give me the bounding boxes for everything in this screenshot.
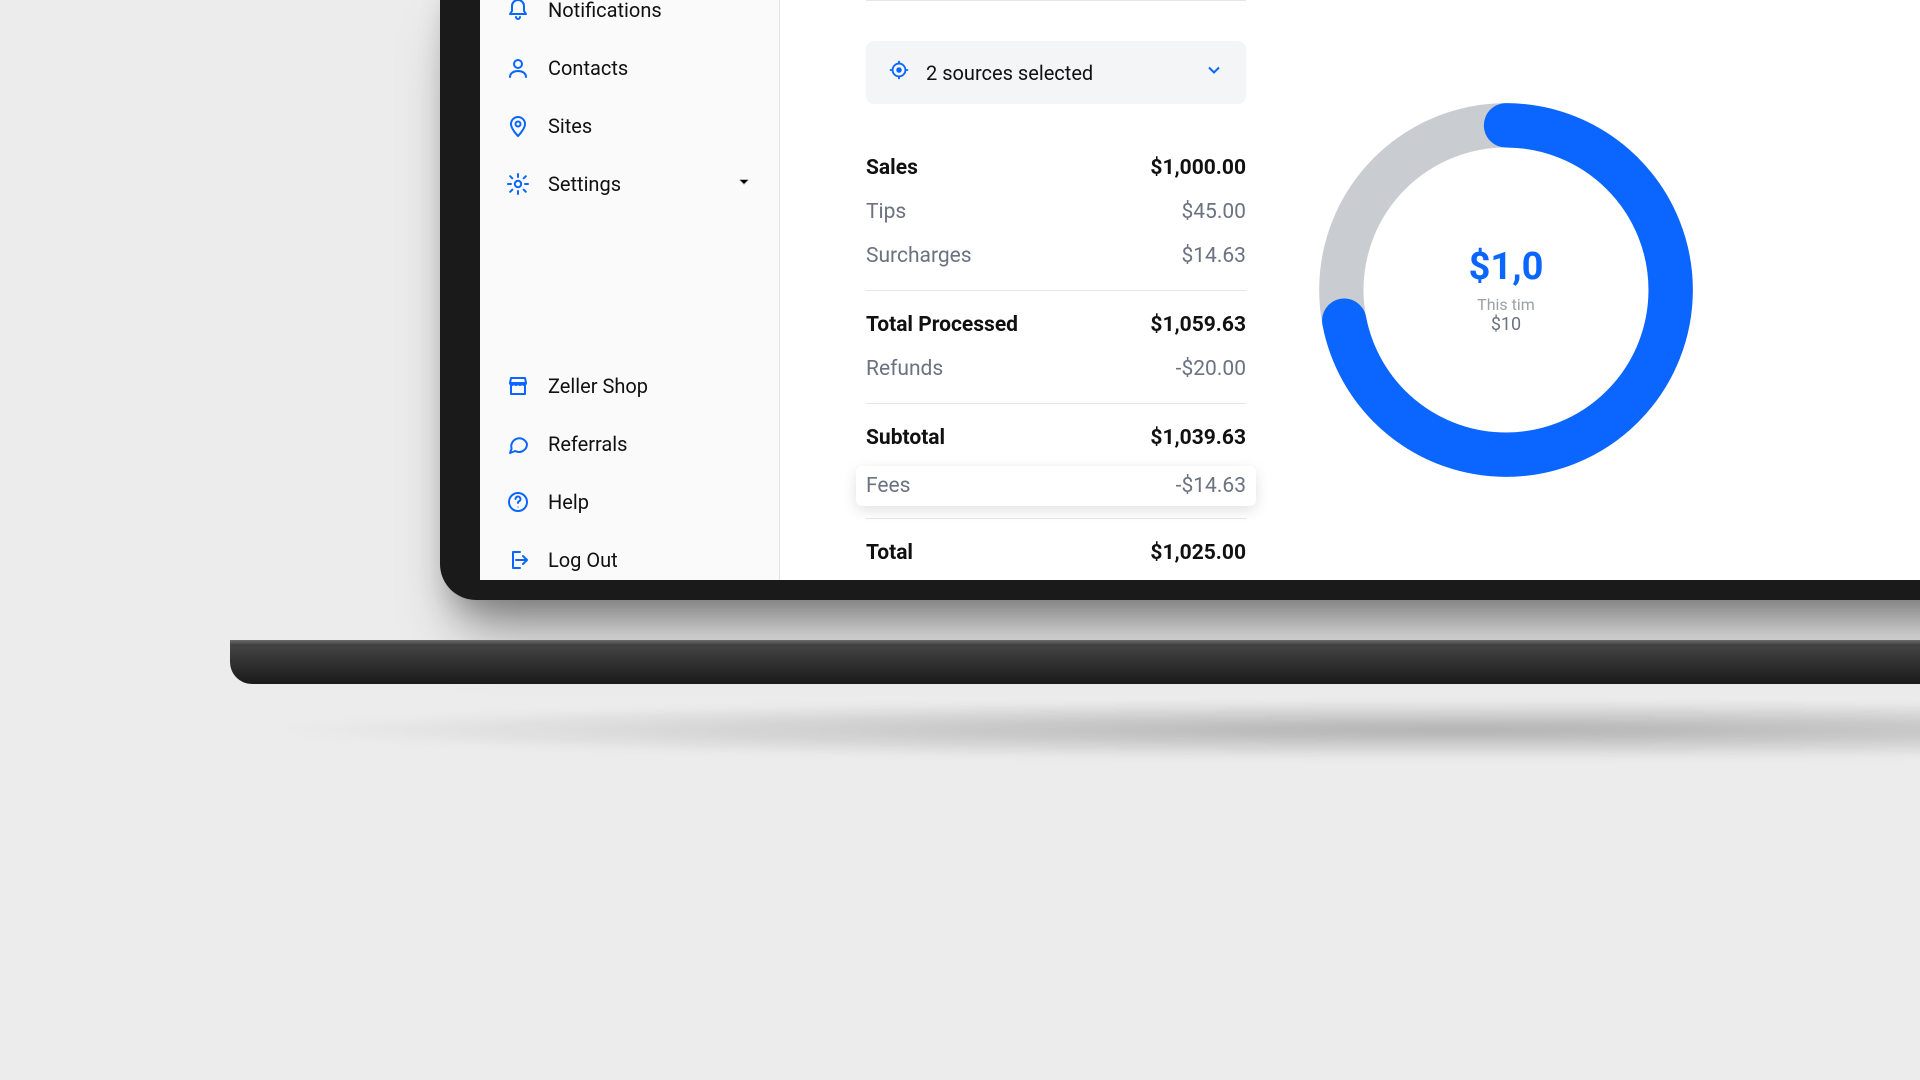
value: $45.00 xyxy=(1181,200,1246,224)
bell-icon xyxy=(506,0,530,22)
row-sales: Sales $1,000.00 xyxy=(866,146,1246,190)
sidebar-item-label: Log Out xyxy=(548,548,618,572)
value: $1,059.63 xyxy=(1150,313,1246,337)
divider xyxy=(866,518,1246,519)
value: $1,039.63 xyxy=(1150,426,1246,450)
sidebar-item-label: Help xyxy=(548,490,589,514)
label: Total xyxy=(866,541,913,565)
value: $1,000.00 xyxy=(1150,156,1246,180)
gear-icon xyxy=(506,172,530,196)
sales-donut-chart: $1,0 This tim $10 xyxy=(1316,100,1696,480)
chevron-down-icon xyxy=(1204,60,1224,85)
donut-center: $1,0 This tim $10 xyxy=(1316,100,1696,480)
sidebar-item-notifications[interactable]: Notifications xyxy=(490,0,769,36)
user-icon xyxy=(506,56,530,80)
sidebar-spacer xyxy=(490,210,769,330)
sidebar-item-label: Referrals xyxy=(548,432,627,456)
sidebar-item-label: Zeller Shop xyxy=(548,374,648,398)
divider xyxy=(866,290,1246,291)
logout-icon xyxy=(506,548,530,572)
value: -$20.00 xyxy=(1176,357,1246,381)
store-icon xyxy=(506,374,530,398)
sidebar-item-label: Contacts xyxy=(548,56,628,80)
app-root: Notifications Contacts Sites xyxy=(480,0,1920,580)
chevron-down-icon xyxy=(735,172,753,196)
sidebar-item-help[interactable]: Help xyxy=(490,476,769,528)
donut-value: $1,0 xyxy=(1469,245,1544,289)
row-tips: Tips $45.00 xyxy=(866,190,1246,234)
row-gst: GST incl. $11.16 xyxy=(866,575,1246,580)
row-surcharges: Surcharges $14.63 xyxy=(866,234,1246,278)
label: Subtotal xyxy=(866,426,945,450)
sidebar-item-label: Settings xyxy=(548,172,621,196)
value: -$14.63 xyxy=(1176,474,1246,498)
chat-icon xyxy=(506,432,530,456)
sidebar-item-label: Sites xyxy=(548,114,592,138)
sidebar-bottom-group: Zeller Shop Referrals Help xyxy=(490,330,769,580)
value: $1,025.00 xyxy=(1150,541,1246,565)
main-content: 2 sources selected Sales $1,000.00 Tips … xyxy=(780,0,1920,580)
top-divider xyxy=(866,0,1246,1)
value: $14.63 xyxy=(1181,244,1246,268)
laptop-base xyxy=(230,640,1920,684)
label: Surcharges xyxy=(866,244,972,268)
summary-column: 2 sources selected Sales $1,000.00 Tips … xyxy=(866,0,1246,580)
sources-selector[interactable]: 2 sources selected xyxy=(866,41,1246,104)
label: Sales xyxy=(866,156,918,180)
donut-subtitle: This tim xyxy=(1477,295,1535,314)
row-total: Total $1,025.00 xyxy=(866,531,1246,575)
laptop-shadow xyxy=(260,700,1920,760)
sidebar-top-group: Notifications Contacts Sites xyxy=(490,0,769,210)
sources-selector-label: 2 sources selected xyxy=(926,61,1093,85)
sidebar-item-settings[interactable]: Settings xyxy=(490,158,769,210)
row-fees[interactable]: Fees -$14.63 xyxy=(856,466,1256,506)
sidebar-item-referrals[interactable]: Referrals xyxy=(490,418,769,470)
sidebar-item-shop[interactable]: Zeller Shop xyxy=(490,360,769,412)
sidebar-item-logout[interactable]: Log Out xyxy=(490,534,769,580)
row-total-processed: Total Processed $1,059.63 xyxy=(866,303,1246,347)
target-icon xyxy=(888,59,910,86)
donut-subvalue: $10 xyxy=(1491,314,1521,335)
label: Refunds xyxy=(866,357,943,381)
label: Fees xyxy=(866,474,911,498)
label: Total Processed xyxy=(866,313,1018,337)
sidebar-item-sites[interactable]: Sites xyxy=(490,100,769,152)
sidebar: Notifications Contacts Sites xyxy=(480,0,780,580)
row-refunds: Refunds -$20.00 xyxy=(866,347,1246,391)
row-subtotal: Subtotal $1,039.63 xyxy=(866,416,1246,460)
sidebar-item-contacts[interactable]: Contacts xyxy=(490,42,769,94)
label: Tips xyxy=(866,200,906,224)
pin-icon xyxy=(506,114,530,138)
divider xyxy=(866,403,1246,404)
screen: Notifications Contacts Sites xyxy=(480,0,1920,580)
help-icon xyxy=(506,490,530,514)
sidebar-item-label: Notifications xyxy=(548,0,662,22)
